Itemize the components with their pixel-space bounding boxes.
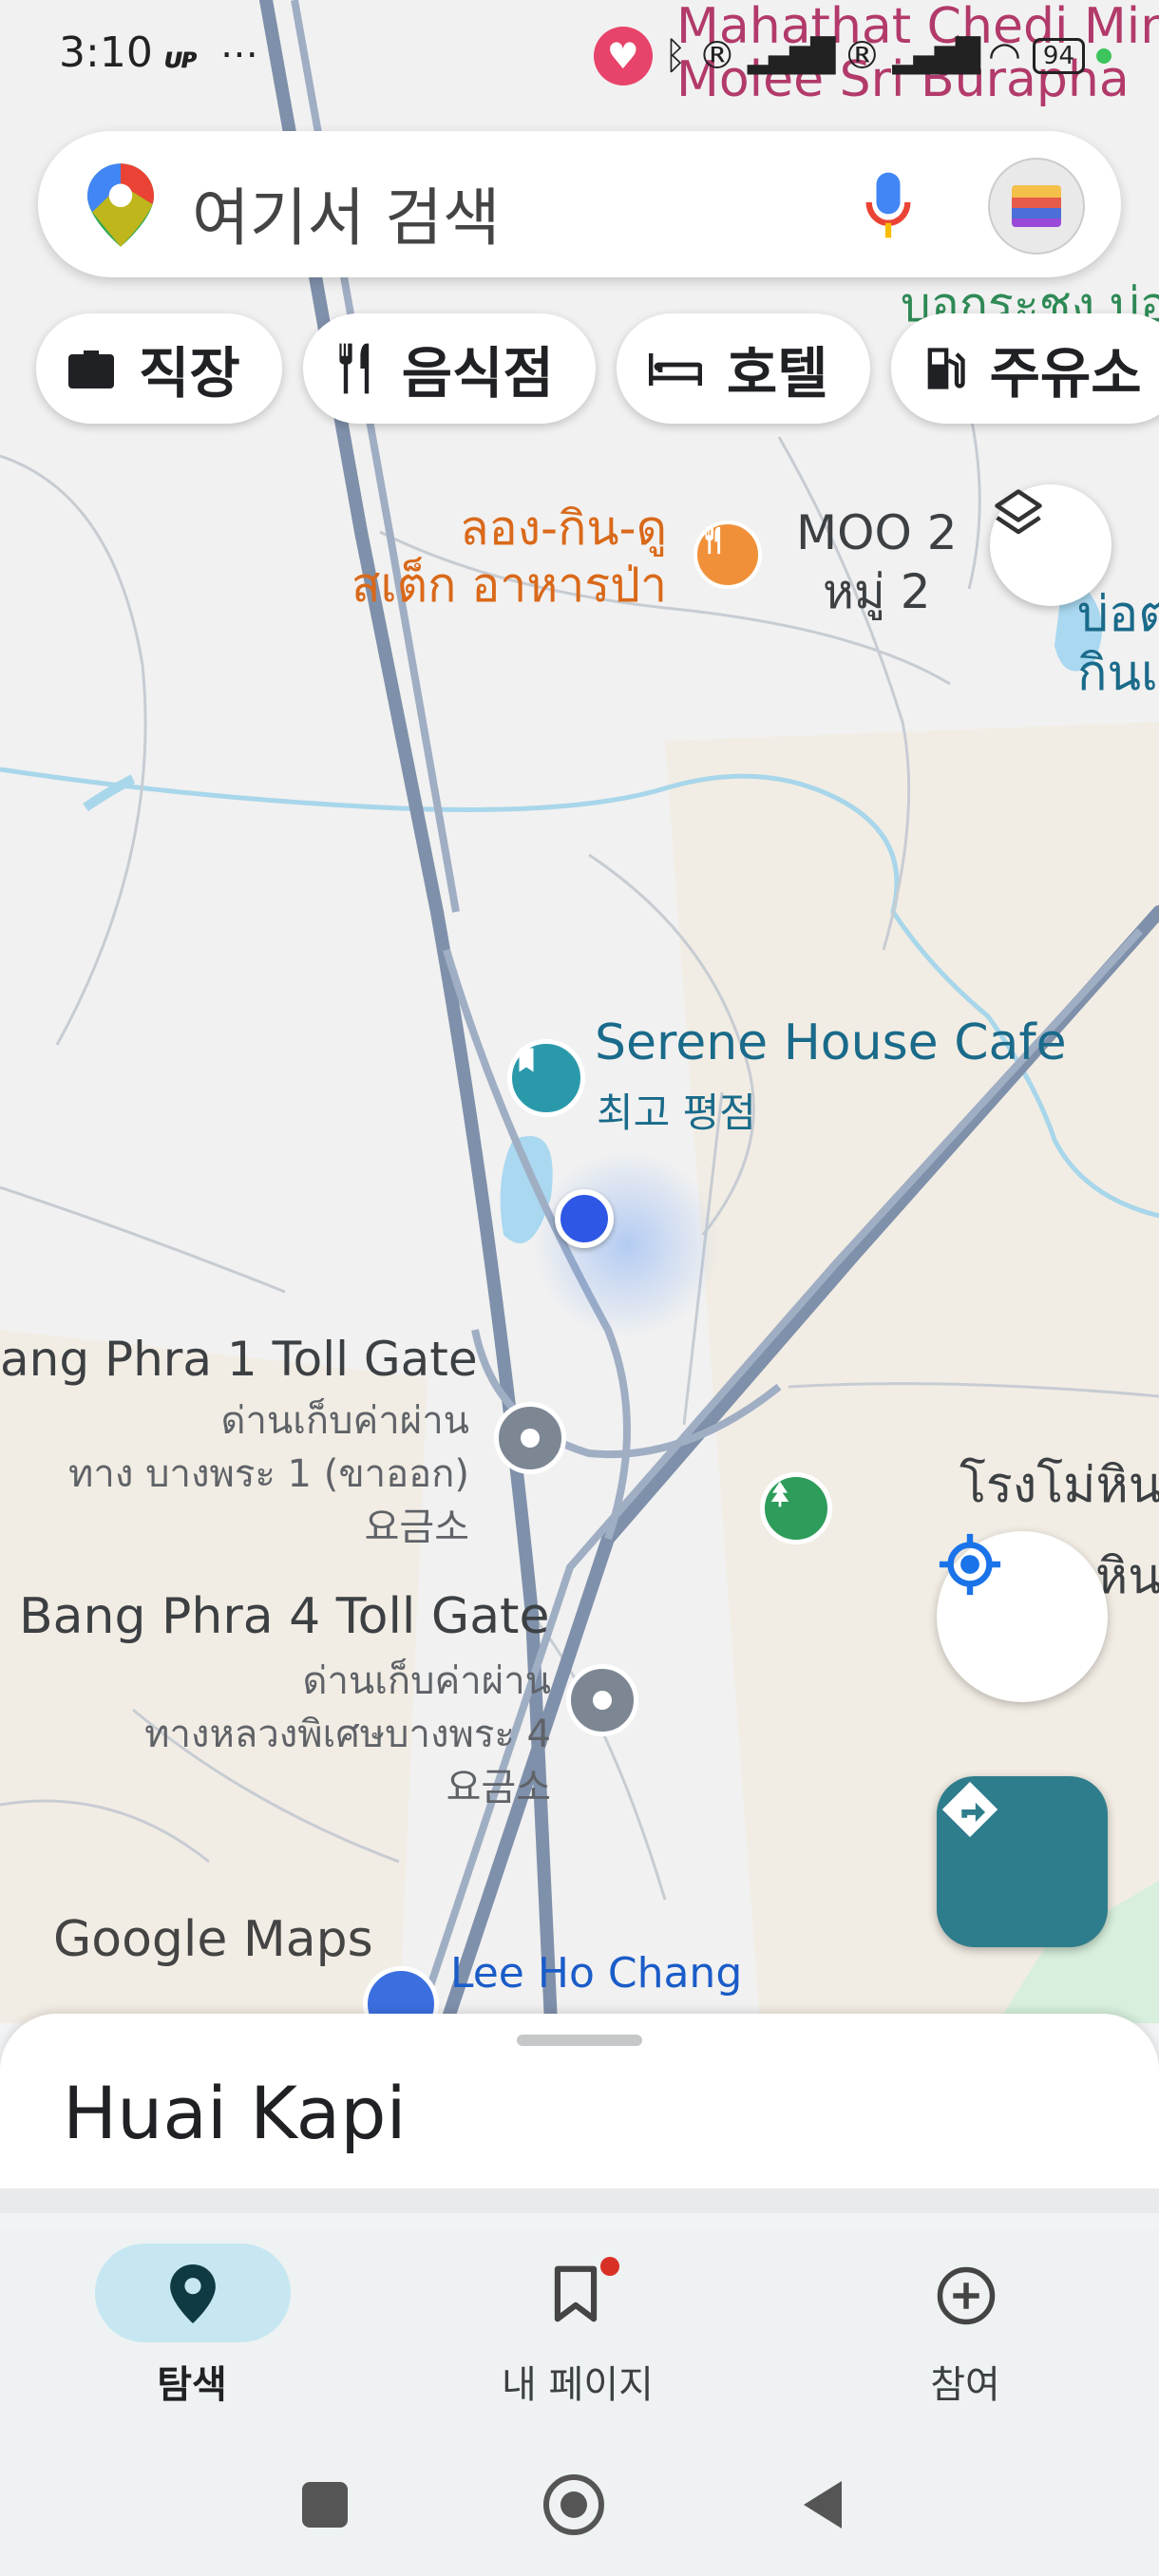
battery-icon: 94 (1032, 38, 1085, 74)
status-icons: ♥ ᛒ ® ▂▄▆█ ® ▂▄▆█ ◠ 94 (593, 27, 1112, 85)
wifi-icon: ◠ (988, 34, 1021, 78)
cafe-pin-icon[interactable] (507, 1039, 585, 1117)
location-accuracy-halo (532, 1149, 722, 1339)
sheet-title: Huai Kapi (63, 2071, 407, 2155)
signal-icon: ▂▄▆█ (892, 37, 980, 75)
chip-label: 음식점 (401, 341, 554, 406)
heart-app-icon: ♥ (593, 27, 653, 85)
search-bar[interactable]: 여기서 검색 (38, 131, 1121, 277)
hotel-icon (648, 353, 702, 386)
chip-restaurants[interactable]: 음식점 (302, 313, 596, 424)
chip-gas-stations[interactable]: 주유소 (890, 313, 1159, 424)
gas-station-icon (927, 348, 965, 389)
microphone-icon[interactable] (864, 169, 912, 241)
toll-pin-icon[interactable] (566, 1664, 638, 1736)
search-input[interactable]: 여기서 검색 (192, 167, 501, 258)
explore-pin-icon (170, 2264, 216, 2323)
toll-gate-1-thai: ด่านเก็บค่าผ่าน ทาง บางพระ 1 (ขาออก) 요금소 (68, 1399, 469, 1549)
directions-icon (941, 1781, 998, 1838)
chip-hotels[interactable]: 호텔 (616, 313, 870, 424)
category-chips: 직장 음식점 호텔 주유소 (36, 313, 1159, 424)
signal-icon: ▂▄▆█ (747, 37, 836, 75)
my-location-dot (555, 1189, 614, 1248)
back-button[interactable] (798, 2476, 847, 2533)
restaurant-pin-icon[interactable] (694, 521, 762, 589)
chip-label: 주유소 (989, 341, 1142, 406)
map-canvas[interactable]: Mahathat Chedi Min Molee Sri Burapha บอก… (0, 0, 1159, 2023)
briefcase-icon (68, 350, 114, 388)
google-maps-pin-icon (87, 163, 154, 247)
tab-label: 참여 (930, 2363, 1000, 2407)
system-nav-bar (0, 2465, 1159, 2541)
more-icon: ⋯ (220, 32, 258, 76)
bookmark-icon (554, 2265, 598, 2322)
home-button[interactable] (543, 2474, 604, 2535)
toll-pin-icon[interactable] (494, 1402, 566, 1474)
sheet-drag-handle[interactable] (517, 2035, 642, 2046)
avatar[interactable] (988, 158, 1085, 255)
park-pin-icon[interactable] (760, 1472, 832, 1544)
add-circle-icon (937, 2266, 996, 2325)
cafe-label[interactable]: Serene House Cafe (595, 1014, 1067, 1071)
chip-label: 직장 (139, 341, 240, 406)
notification-dot (600, 2257, 619, 2276)
restaurant-icon (339, 343, 369, 394)
my-location-button[interactable] (937, 1531, 1108, 1702)
village-label: MOO 2 หมู่ 2 (796, 505, 958, 619)
toll-gate-1-label[interactable]: ang Phra 1 Toll Gate (0, 1332, 478, 1387)
divider (0, 2188, 1159, 2213)
bluetooth-icon: ᛒ (663, 34, 687, 78)
map-edge-label: บ่อต กินเ (1077, 586, 1159, 702)
restaurant-label[interactable]: ลอง-กิน-ดู สเต็ก อาหารป่า (352, 500, 667, 614)
toll-gate-4-thai: ด่านเก็บค่าผ่าน ทางหลวงพิเศษบางพระ 4 요금소 (144, 1659, 551, 1809)
directions-button[interactable] (937, 1776, 1108, 1947)
registered-icon: ® (697, 34, 736, 78)
chip-work[interactable]: 직장 (36, 313, 282, 424)
crosshair-icon (939, 1533, 1001, 1596)
chip-label: 호텔 (726, 341, 828, 406)
privacy-dot-icon (1096, 48, 1112, 64)
contact-label[interactable]: Lee Ho Chang (450, 1949, 742, 1998)
layers-icon (995, 489, 1042, 535)
up-arrows-icon: ᴜᴘ (163, 42, 198, 75)
google-maps-watermark: Google Maps (53, 1911, 373, 1968)
registered-icon: ® (843, 34, 882, 78)
layers-button[interactable] (990, 484, 1112, 606)
tab-label: 탐색 (157, 2363, 227, 2407)
cafe-rating-label: 최고 평점 (597, 1089, 756, 1136)
bottom-sheet[interactable]: Huai Kapi (0, 2014, 1159, 2189)
status-time: 3:10 (59, 28, 153, 77)
toll-gate-4-label[interactable]: Bang Phra 4 Toll Gate (19, 1588, 549, 1645)
tab-label: 내 페이지 (502, 2363, 654, 2407)
recents-button[interactable] (302, 2482, 348, 2528)
